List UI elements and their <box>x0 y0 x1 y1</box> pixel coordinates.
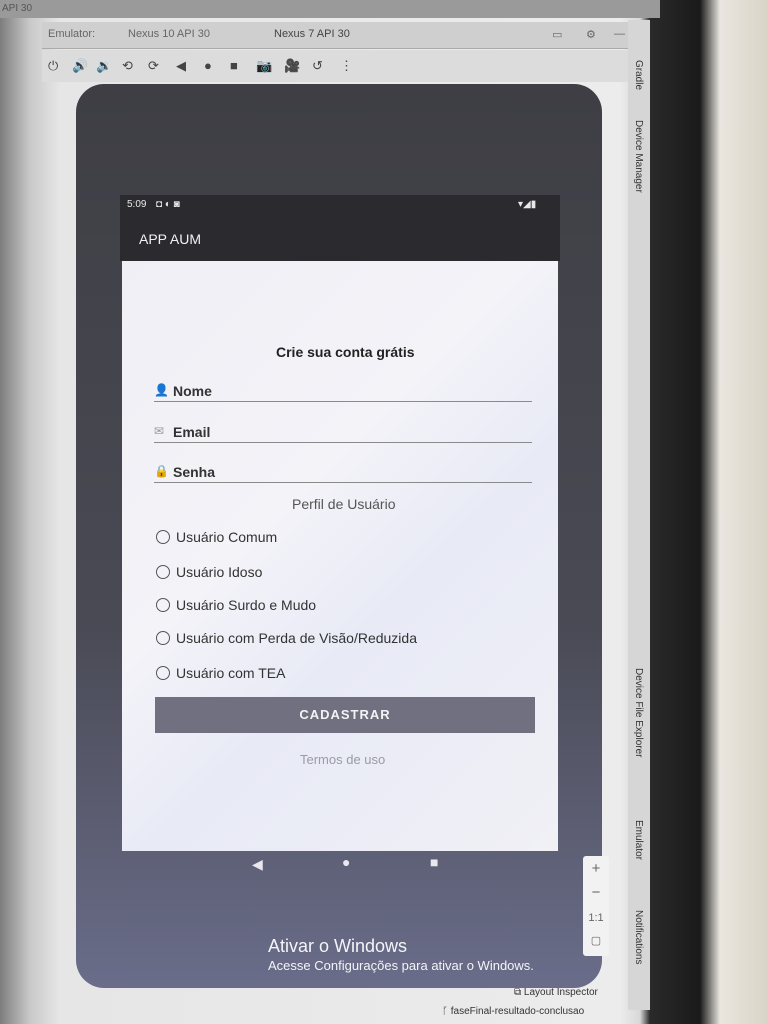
windows-activation-title: Ativar o Windows <box>268 936 408 956</box>
rotate-left-icon[interactable]: ⟲ <box>122 58 133 74</box>
radio-label: Usuário Comum <box>176 529 278 545</box>
android-status-bar: 5:09 ◘ ◐ ◙ ▾◢▮ <box>120 195 560 217</box>
form-heading: Crie sua conta grátis <box>276 344 415 360</box>
volume-down-icon[interactable]: 🔉 <box>96 58 112 74</box>
home-icon[interactable]: ● <box>204 58 212 73</box>
nav-home-icon[interactable]: ● <box>342 854 350 870</box>
gradle-panel-tab[interactable]: Gradle <box>633 60 644 90</box>
ide-top-bar: API 30 <box>0 0 660 18</box>
tab-nexus-7[interactable]: Nexus 7 API 30 <box>274 28 350 40</box>
app-title: APP AUM <box>139 231 201 247</box>
radio-label: Usuário Idoso <box>176 564 263 580</box>
person-icon: 👤 <box>154 383 169 397</box>
undo-icon[interactable]: ↺ <box>312 58 323 74</box>
lock-icon: 🔒 <box>154 464 169 478</box>
radio-button[interactable] <box>156 598 170 612</box>
device-file-explorer-tab[interactable]: Device File Explorer <box>633 668 644 757</box>
device-manager-tab[interactable]: Device Manager <box>633 120 644 193</box>
name-field-label: Nome <box>173 383 212 399</box>
emulator-panel-tab[interactable]: Emulator <box>633 820 644 860</box>
emulator-tabs: Emulator: Nexus 10 API 30 Nexus 7 API 30… <box>42 22 642 49</box>
zoom-out-button[interactable]: − <box>583 884 609 901</box>
video-icon[interactable]: 🎥 <box>284 58 300 74</box>
name-field[interactable]: 👤 Nome <box>154 381 532 402</box>
status-time: 5:09 <box>127 199 147 210</box>
volume-up-icon[interactable]: 🔊 <box>72 58 88 74</box>
zoom-in-button[interactable]: + <box>583 860 609 877</box>
android-nav-bar: ◀ ● ■ <box>120 848 560 882</box>
nav-overview-icon[interactable]: ■ <box>430 854 438 870</box>
gear-icon[interactable]: ⚙ <box>586 28 596 41</box>
notifications-tab[interactable]: Notifications <box>633 910 644 964</box>
terms-link[interactable]: Termos de uso <box>300 752 385 767</box>
nav-back-icon[interactable]: ◀ <box>252 856 263 873</box>
rotate-right-icon[interactable]: ⟳ <box>148 58 159 74</box>
radio-button[interactable] <box>156 631 170 645</box>
zoom-controls: + − 1:1 ▢ <box>583 856 609 956</box>
emulator-toolbar: ⏻ 🔊 🔉 ⟲ ⟳ ◀ ● ■ 📷 🎥 ↺ ⋮ <box>42 50 642 82</box>
power-icon[interactable]: ⏻ <box>48 58 58 74</box>
fit-screen-icon[interactable]: ▢ <box>583 934 609 947</box>
branch-icon: ᚴ <box>442 1006 451 1017</box>
email-field-label: Email <box>173 424 211 440</box>
device-selector[interactable]: API 30 <box>2 3 32 14</box>
window-icon[interactable]: ▭ <box>552 28 562 41</box>
ide-right-panel-strip: Gradle Device Manager Device File Explor… <box>628 20 650 1010</box>
radio-label: Usuário com TEA <box>176 665 286 681</box>
notification-icons: ◘ ◐ ◙ <box>156 199 180 210</box>
password-field-label: Senha <box>173 464 216 480</box>
zoom-ratio-button[interactable]: 1:1 <box>583 912 609 924</box>
password-field[interactable]: 🔒 Senha <box>154 462 532 483</box>
minimize-icon[interactable]: — <box>614 28 625 40</box>
profile-label: Perfil de Usuário <box>292 496 396 512</box>
layout-inspector-label: Layout Inspector <box>523 987 598 998</box>
radio-label: Usuário com Perda de Visão/Reduzida <box>176 630 417 646</box>
email-field[interactable]: ✉ Email <box>154 422 532 443</box>
back-icon[interactable]: ◀ <box>176 58 186 74</box>
mail-icon: ✉ <box>154 424 165 438</box>
git-branch-indicator[interactable]: ᚴ faseFinal-resultado-conclusao <box>442 1006 584 1017</box>
radio-button[interactable] <box>156 666 170 680</box>
app-bar: APP AUM <box>120 217 560 261</box>
tab-nexus-10[interactable]: Nexus 10 API 30 <box>128 28 210 40</box>
radio-button[interactable] <box>156 530 170 544</box>
signal-battery-icon: ▾◢▮ <box>518 199 537 210</box>
radio-label: Usuário Surdo e Mudo <box>176 597 317 613</box>
overview-icon[interactable]: ■ <box>230 58 238 73</box>
cadastrar-button[interactable]: CADASTRAR <box>155 697 535 733</box>
radio-button[interactable] <box>156 565 170 579</box>
tab-emulator-label: Emulator: <box>48 28 96 40</box>
layout-inspector-icon: ⧉ <box>514 987 524 998</box>
more-icon[interactable]: ⋮ <box>340 58 353 74</box>
camera-icon[interactable]: 📷 <box>256 58 272 74</box>
layout-inspector-tab[interactable]: ⧉ Layout Inspector <box>514 987 598 998</box>
windows-activation-subtitle: Acesse Configurações para ativar o Windo… <box>268 958 534 973</box>
branch-name: faseFinal-resultado-conclusao <box>450 1006 585 1017</box>
